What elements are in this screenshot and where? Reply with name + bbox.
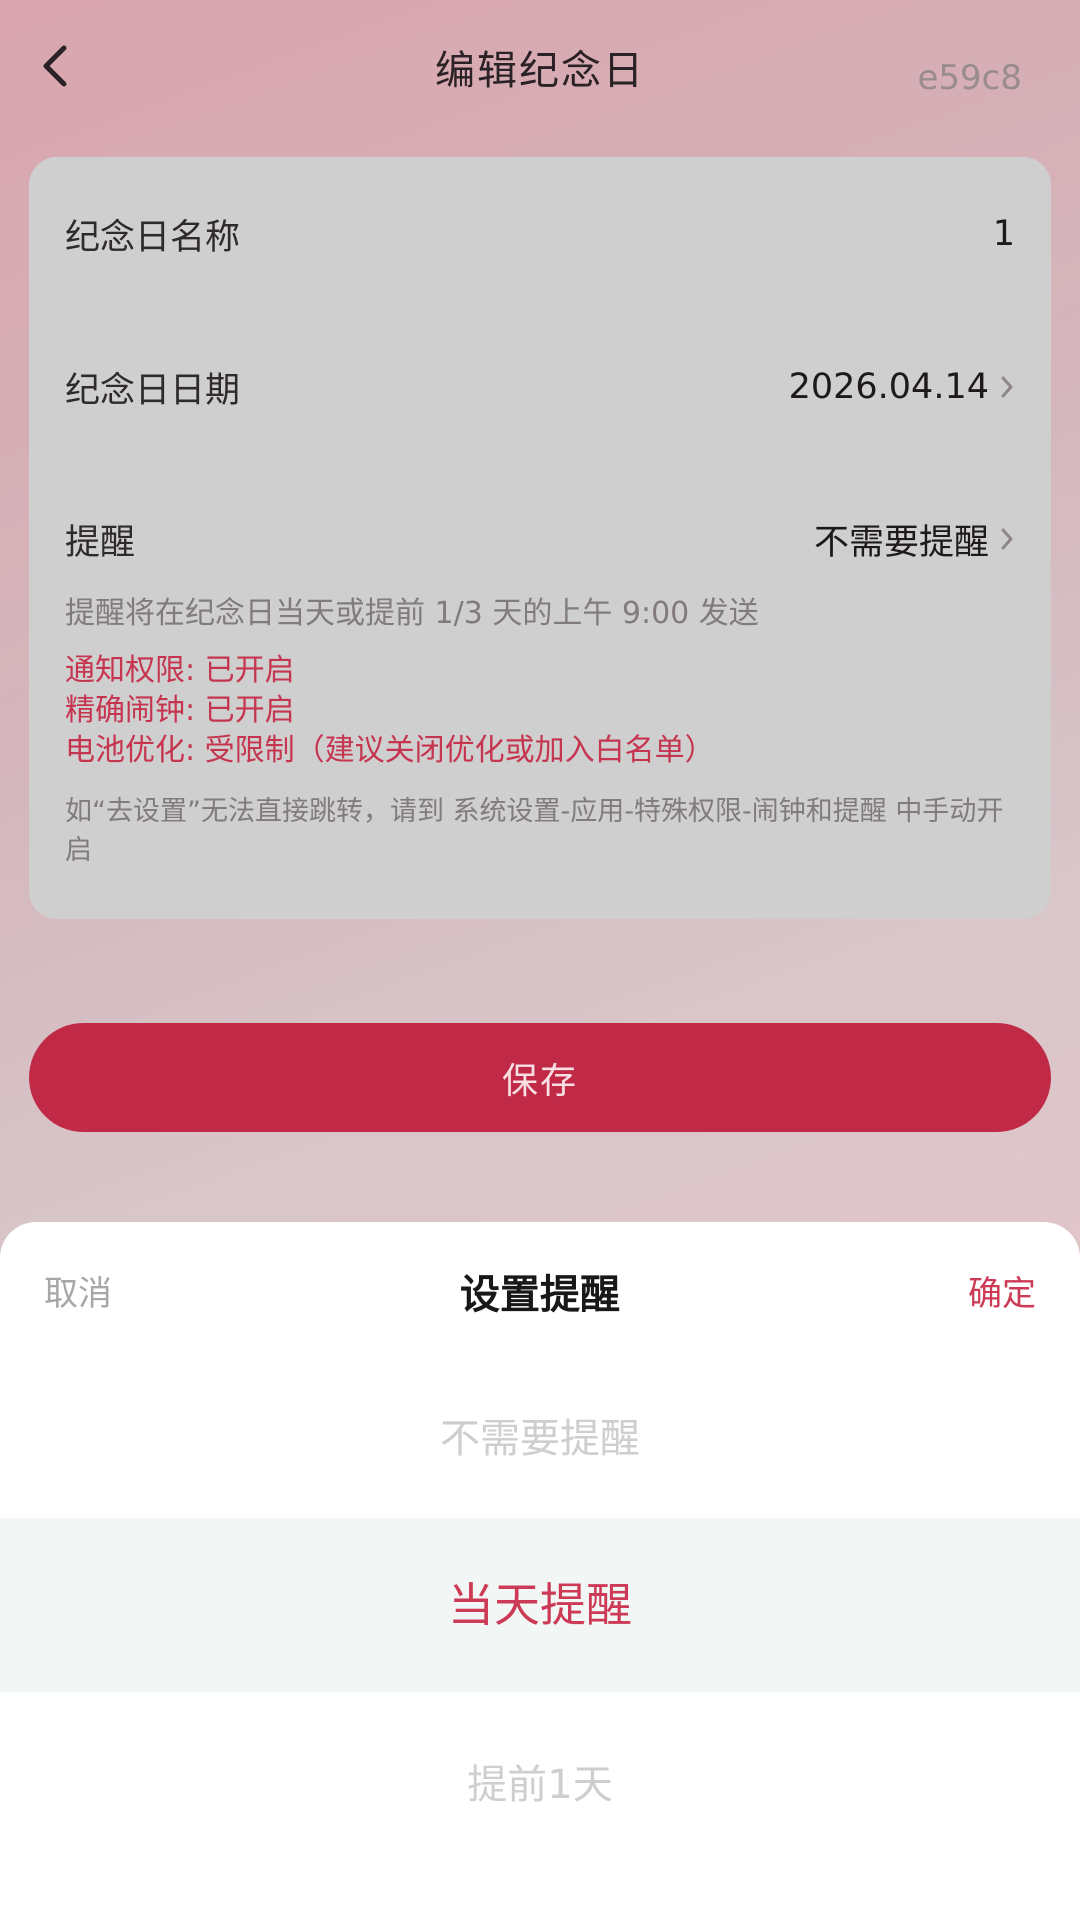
date-value-wrap: 2026.04.14 [789,367,1015,407]
name-value[interactable]: 1 [993,214,1015,254]
header: 编辑纪念日 e59c8 [0,0,1080,140]
notify-permission-status: 通知权限: 已开启 [65,653,295,688]
name-row[interactable]: 纪念日名称 1 [65,204,1015,264]
reminder-row[interactable]: 提醒 不需要提醒 [65,509,1015,569]
settings-note: 如“去设置”无法直接跳转，请到 系统设置-应用-特殊权限-闹钟和提醒 中手动开启 [65,796,1004,866]
anniversary-form-card: 纪念日名称 1 纪念日日期 2026.04.14 提醒 不需要提醒 提醒将在纪念… [29,157,1051,919]
confirm-button[interactable]: 确定 [968,1266,1036,1315]
save-button[interactable]: 保存 [29,1023,1051,1132]
name-label: 纪念日名称 [65,217,241,258]
reminder-picker-sheet: 取消 设置提醒 确定 不需要提醒 当天提醒 提前1天 [0,1222,1080,1920]
chevron-right-icon [1001,376,1013,398]
sheet-title: 设置提醒 [460,1272,620,1318]
reminder-value-wrap: 不需要提醒 [814,514,1015,565]
option-no-reminder[interactable]: 不需要提醒 [0,1406,1080,1464]
date-row[interactable]: 纪念日日期 2026.04.14 [65,357,1015,417]
version-tag: e59c8 [917,58,1022,98]
date-label: 纪念日日期 [65,370,241,411]
date-value: 2026.04.14 [788,367,989,407]
reminder-hint: 提醒将在纪念日当天或提前 1/3 天的上午 9:00 发送 [65,596,759,631]
battery-optimization-status[interactable]: 电池优化: 受限制（建议关闭优化或加入白名单） [65,731,715,771]
reminder-value: 不需要提醒 [813,522,989,563]
reminder-label: 提醒 [65,522,136,563]
option-one-day-before[interactable]: 提前1天 [0,1752,1080,1810]
option-same-day[interactable]: 当天提醒 [0,1518,1080,1692]
exact-alarm-status: 精确闹钟: 已开启 [65,693,295,728]
chevron-right-icon [1001,528,1013,550]
